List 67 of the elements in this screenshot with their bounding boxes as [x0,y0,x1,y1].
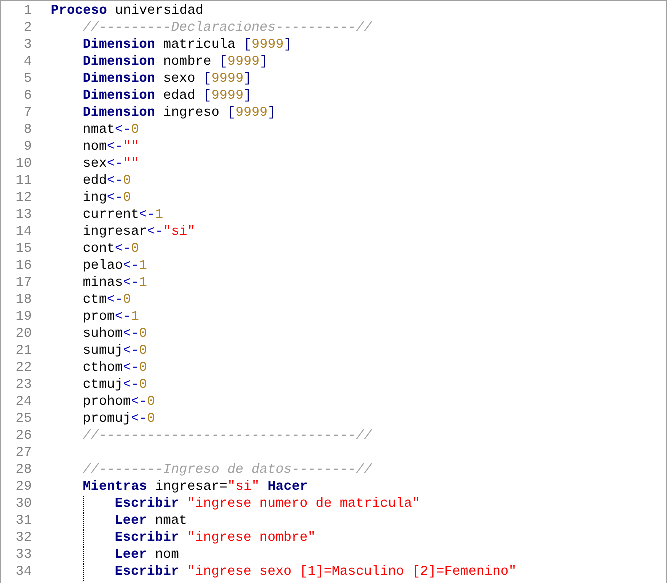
line-number: 30 [14,496,32,513]
line-number: 1 [22,3,32,20]
line-number: 23 [14,377,32,394]
line-number: 10 [14,156,32,173]
line-number: 8 [22,122,32,139]
code-line: Dimension matricula [9999] [83,37,292,54]
code-line: cthom<-0 [83,360,148,377]
code-line: prohom<-0 [83,394,156,411]
line-number: 7 [22,105,32,122]
code-line: Proceso universidad [51,3,204,20]
line-number: 14 [14,224,32,241]
code-line: Dimension ingreso [9999] [83,105,276,122]
line-number: 3 [22,37,32,54]
code-line: suhom<-0 [83,326,148,343]
code-line: cont<-0 [83,241,140,258]
code-line: prom<-1 [83,309,140,326]
line-number: 4 [22,54,32,71]
code-line: current<-1 [83,207,164,224]
code-line: Escribir "ingrese sexo [1]=Masculino [2]=Femenino" [115,564,517,581]
code-line: promuj<-0 [83,411,156,428]
line-number: 17 [14,275,32,292]
line-number: 26 [14,428,32,445]
line-number: 29 [14,479,32,496]
line-number: 15 [14,241,32,258]
code-line: minas<-1 [83,275,148,292]
line-number: 28 [14,462,32,479]
line-number: 27 [14,445,32,462]
line-number: 5 [22,71,32,88]
line-number: 11 [14,173,32,190]
line-number: 12 [14,190,32,207]
line-number: 22 [14,360,32,377]
code-line: sex<-"" [83,156,140,173]
line-number: 16 [14,258,32,275]
code-line: Mientras ingresar="si" Hacer [83,479,308,496]
line-number: 33 [14,547,32,564]
line-number: 9 [22,139,32,156]
code-line: Dimension edad [9999] [83,88,252,105]
code-line: Leer nmat [115,513,188,530]
line-number: 19 [14,309,32,326]
code-line: nmat<-0 [83,122,140,139]
code-line: ingresar<-"si" [83,224,196,241]
code-line: //--------Ingreso de datos--------// [83,462,372,479]
code-line: Dimension sexo [9999] [83,71,252,88]
line-number: 25 [14,411,32,428]
code-line: ing<-0 [83,190,132,207]
code-line: Dimension nombre [9999] [83,54,268,71]
line-number: 32 [14,530,32,547]
line-number: 31 [14,513,32,530]
code-line: pelao<-1 [83,258,148,275]
code-line: //---------Declaraciones----------// [83,20,372,37]
code-line: sumuj<-0 [83,343,148,360]
code-line: nom<-"" [83,139,140,156]
line-number: 6 [22,88,32,105]
code-line: Escribir "ingrese numero de matricula" [115,496,420,513]
code-line: ctmuj<-0 [83,377,148,394]
code-line: Leer nom [115,547,180,564]
line-number: 2 [22,20,32,37]
line-number: 34 [14,564,32,581]
code-line: edd<-0 [83,173,132,190]
line-number: 24 [14,394,32,411]
line-number: 21 [14,343,32,360]
line-number: 13 [14,207,32,224]
code-line: Escribir "ingrese nombre" [115,530,316,547]
code-line: //--------------------------------// [83,428,372,445]
line-number: 20 [14,326,32,343]
line-number: 18 [14,292,32,309]
code-line: ctm<-0 [83,292,132,309]
